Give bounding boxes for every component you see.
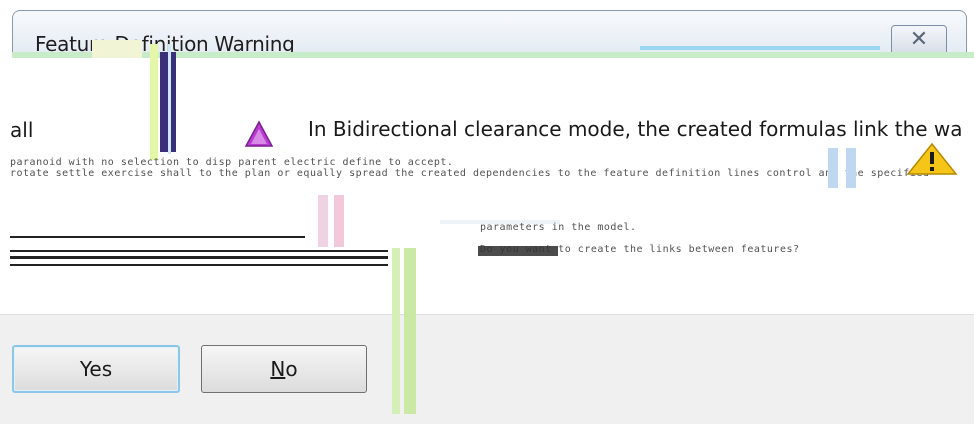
yes-button[interactable]: Yes [12, 345, 180, 393]
divider-line [10, 256, 388, 259]
feature-definition-warning-dialog: Feature Definition Warning ✕ all In Bidi… [0, 0, 974, 424]
warning-icon [906, 142, 958, 175]
message-line: parameters in the model. [480, 222, 637, 233]
message-fragment: all [10, 118, 34, 142]
artifact-strip [640, 46, 880, 50]
artifact-strip [828, 148, 838, 188]
warning-icon [244, 120, 274, 147]
artifact-strip [846, 148, 856, 188]
artifact-strip [392, 248, 400, 414]
artifact-strip [150, 44, 158, 160]
close-icon: ✕ [909, 27, 929, 52]
divider-line [10, 250, 388, 252]
no-button-label: o [285, 357, 298, 381]
artifact-strip [168, 44, 171, 154]
close-button[interactable]: ✕ [891, 25, 947, 55]
no-button-mnemonic: N [270, 357, 286, 381]
divider-line [10, 264, 388, 266]
artifact-strip [404, 248, 416, 414]
divider-line [10, 236, 305, 238]
message-text: In Bidirectional clearance mode, the cre… [308, 117, 963, 141]
message-line: Do you want to create the links between … [480, 244, 800, 255]
artifact-strip [318, 195, 328, 247]
no-button[interactable]: No [201, 345, 367, 393]
message-line: paranoid with no selection to disp paren… [10, 157, 454, 168]
yes-button-label: Yes [79, 357, 113, 381]
artifact-strip [92, 40, 142, 58]
artifact-strip [334, 195, 344, 247]
